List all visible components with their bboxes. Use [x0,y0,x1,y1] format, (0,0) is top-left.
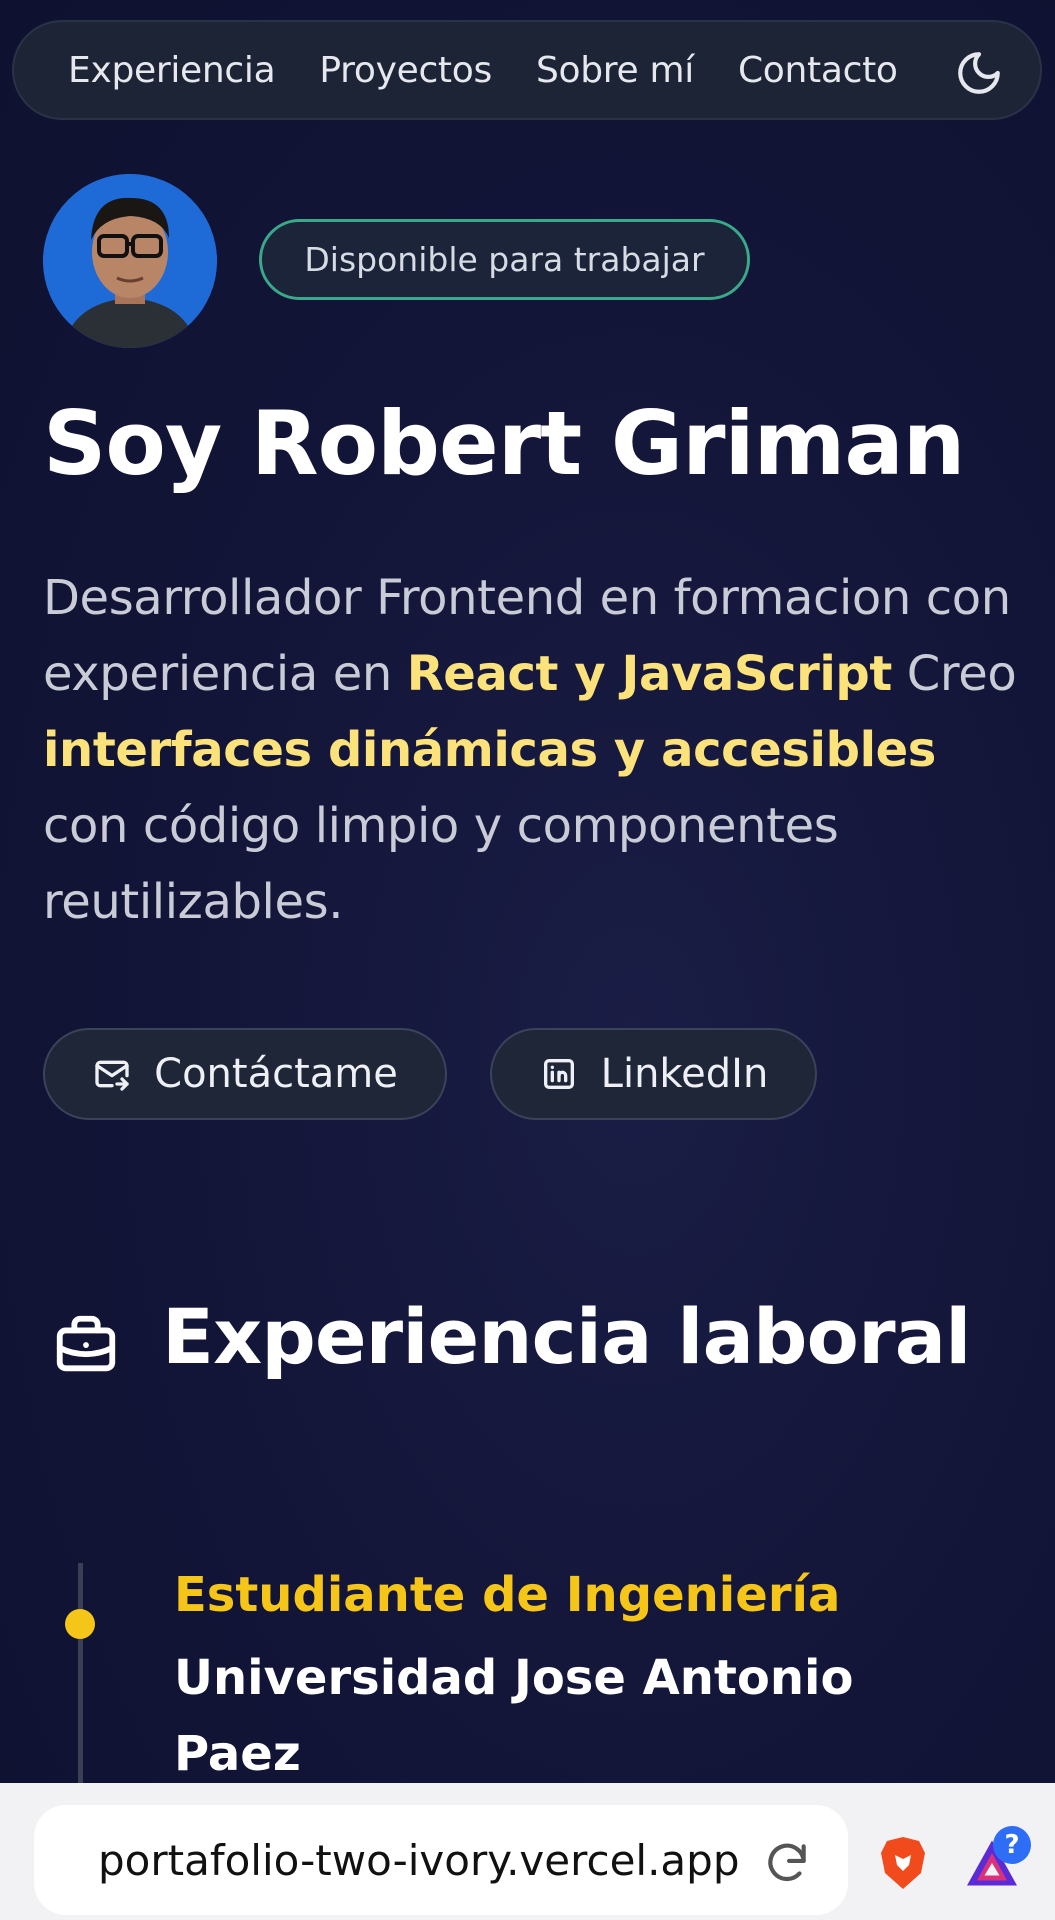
job-role: Estudiante de Ingeniería [174,1567,841,1623]
timeline-dot [65,1609,95,1639]
linkedin-button[interactable]: LinkedIn [490,1028,817,1120]
availability-badge: Disponible para trabajar [259,219,750,300]
page: Experiencia Proyectos Sobre mí Contacto … [0,0,1055,1920]
contact-button[interactable]: Contáctame [43,1028,447,1120]
hero-description: Desarrollador Frontend en formacion con … [43,560,1023,940]
browser-toolbar: portafolio-two-ivory.vercel.app [0,1783,1055,1920]
linkedin-icon [543,1059,574,1089]
linkedin-button-label: LinkedIn [600,1051,769,1097]
reload-icon[interactable] [762,1838,812,1888]
job-place: Universidad Jose Antonio Paez [174,1650,854,1782]
timeline-line [78,1563,83,1783]
nav-item-contacto[interactable]: Contacto [738,50,898,91]
nav-item-proyectos[interactable]: Proyectos [319,50,492,91]
nav-item-sobre-mi[interactable]: Sobre mí [536,50,694,91]
description-text: Creo [891,646,1017,702]
nav-item-experiencia[interactable]: Experiencia [68,50,276,91]
experience-heading: Experiencia laboral [162,1292,971,1381]
moon-icon[interactable] [954,48,1004,98]
contact-button-label: Contáctame [154,1051,398,1097]
url-field[interactable]: portafolio-two-ivory.vercel.app [34,1805,848,1915]
description-highlight: React y JavaScript [406,646,893,702]
description-highlight: interfaces dinámicas y accesibles [43,722,936,778]
profile-photo [43,174,217,348]
avatar [43,174,217,348]
mail-forward-icon [95,1060,129,1091]
page-title: Soy Robert Griman [43,392,965,495]
briefcase-icon [56,1315,116,1372]
brave-lion-icon[interactable] [878,1835,928,1891]
help-badge[interactable]: ? [993,1826,1031,1864]
description-text: con código limpio y componentes reutiliz… [43,798,839,930]
url-text: portafolio-two-ivory.vercel.app [98,1835,740,1885]
top-navigation: Experiencia Proyectos Sobre mí Contacto [12,20,1042,120]
